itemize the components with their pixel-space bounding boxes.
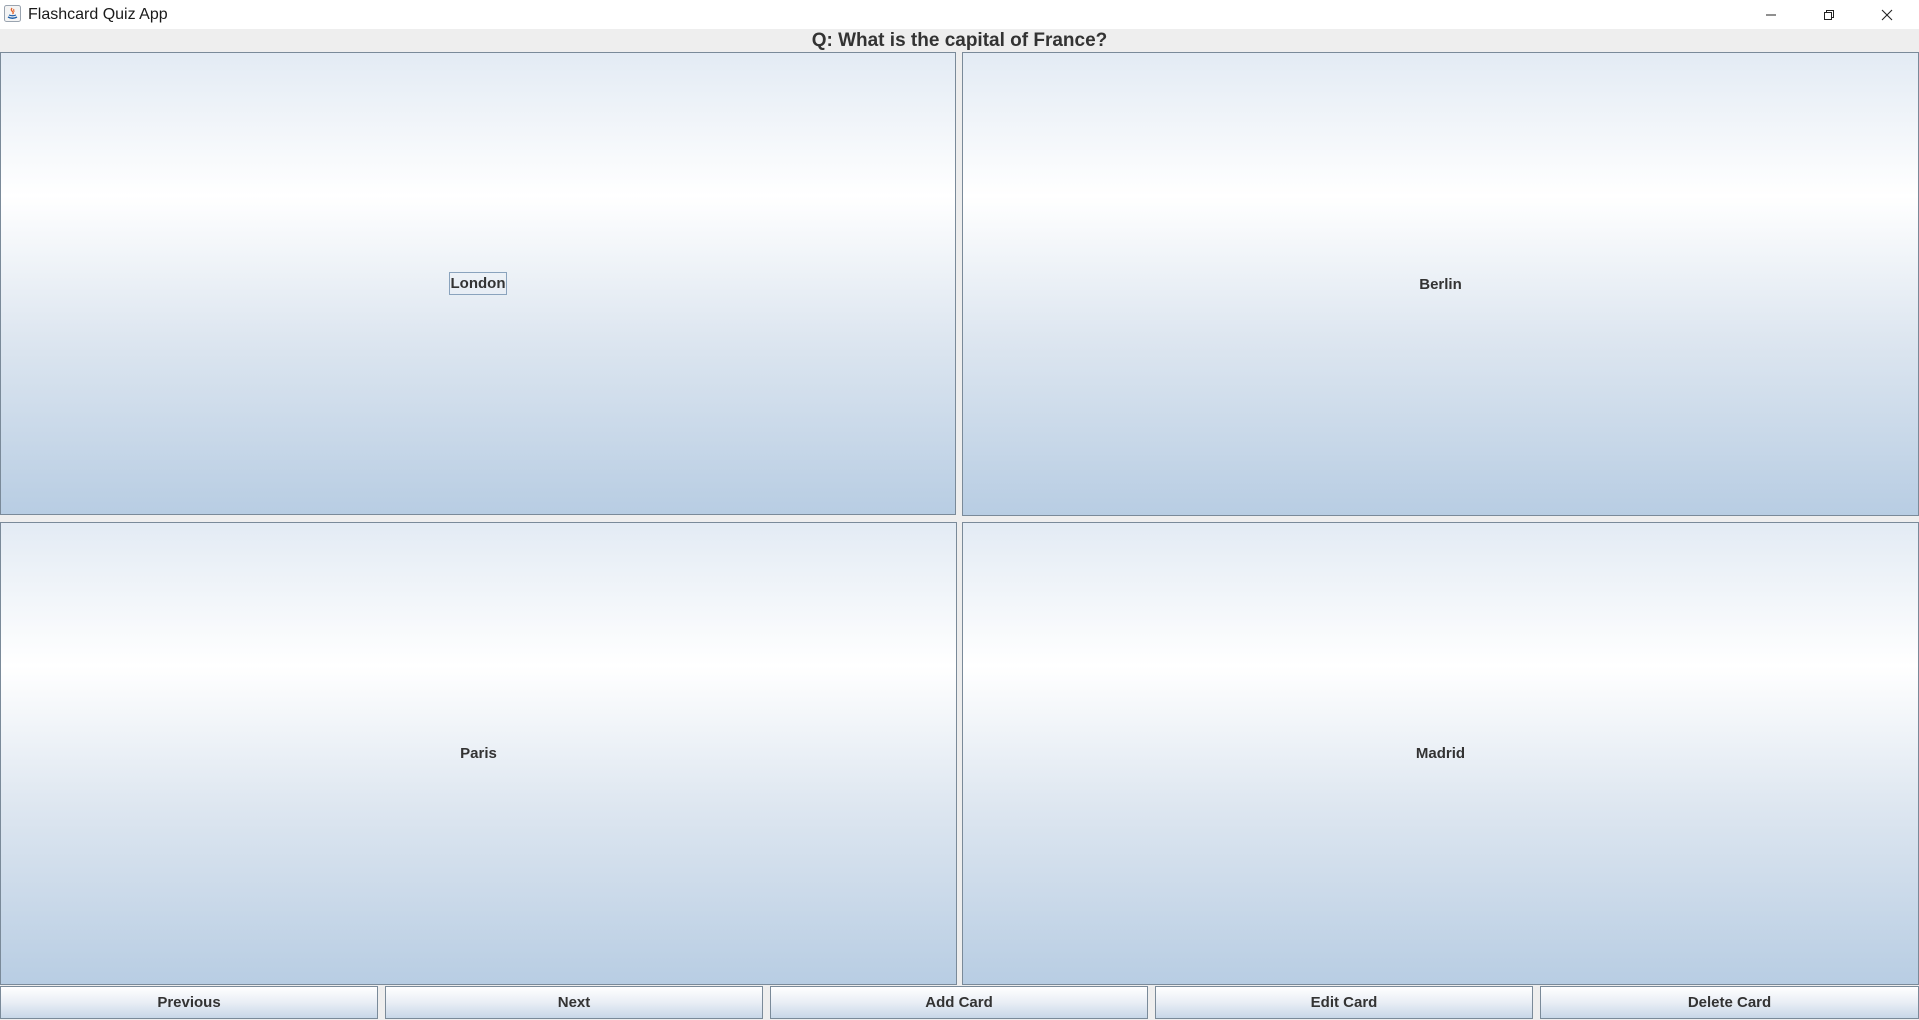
minimize-icon xyxy=(1765,9,1777,21)
answer-label: London xyxy=(448,272,508,295)
title-bar: Flashcard Quiz App xyxy=(0,0,1919,29)
answer-label: Berlin xyxy=(1419,275,1462,293)
window-title: Flashcard Quiz App xyxy=(28,6,168,23)
next-button[interactable]: Next xyxy=(385,986,763,1019)
app-window: Flashcard Quiz App Q: What is the capita… xyxy=(0,0,1919,1020)
answer-label: Madrid xyxy=(1415,745,1466,762)
add-card-button[interactable]: Add Card xyxy=(770,986,1148,1019)
answer-button-4[interactable]: Madrid xyxy=(962,522,1919,985)
java-app-icon xyxy=(4,5,21,22)
answer-button-2[interactable]: Berlin xyxy=(962,52,1919,516)
answer-button-1[interactable]: London xyxy=(0,52,956,515)
minimize-button[interactable] xyxy=(1742,0,1800,29)
close-button[interactable] xyxy=(1858,0,1916,29)
answer-button-3[interactable]: Paris xyxy=(0,522,957,985)
delete-card-button[interactable]: Delete Card xyxy=(1540,986,1919,1019)
question-label: Q: What is the capital of France? xyxy=(811,30,1108,51)
restore-icon xyxy=(1823,9,1835,21)
previous-button[interactable]: Previous xyxy=(0,986,378,1019)
answer-label: Paris xyxy=(460,745,497,762)
navigation-bar: Previous Next Add Card Edit Card Delete … xyxy=(0,986,1919,1020)
edit-card-button[interactable]: Edit Card xyxy=(1155,986,1533,1019)
close-icon xyxy=(1881,9,1893,21)
restore-button[interactable] xyxy=(1800,0,1858,29)
